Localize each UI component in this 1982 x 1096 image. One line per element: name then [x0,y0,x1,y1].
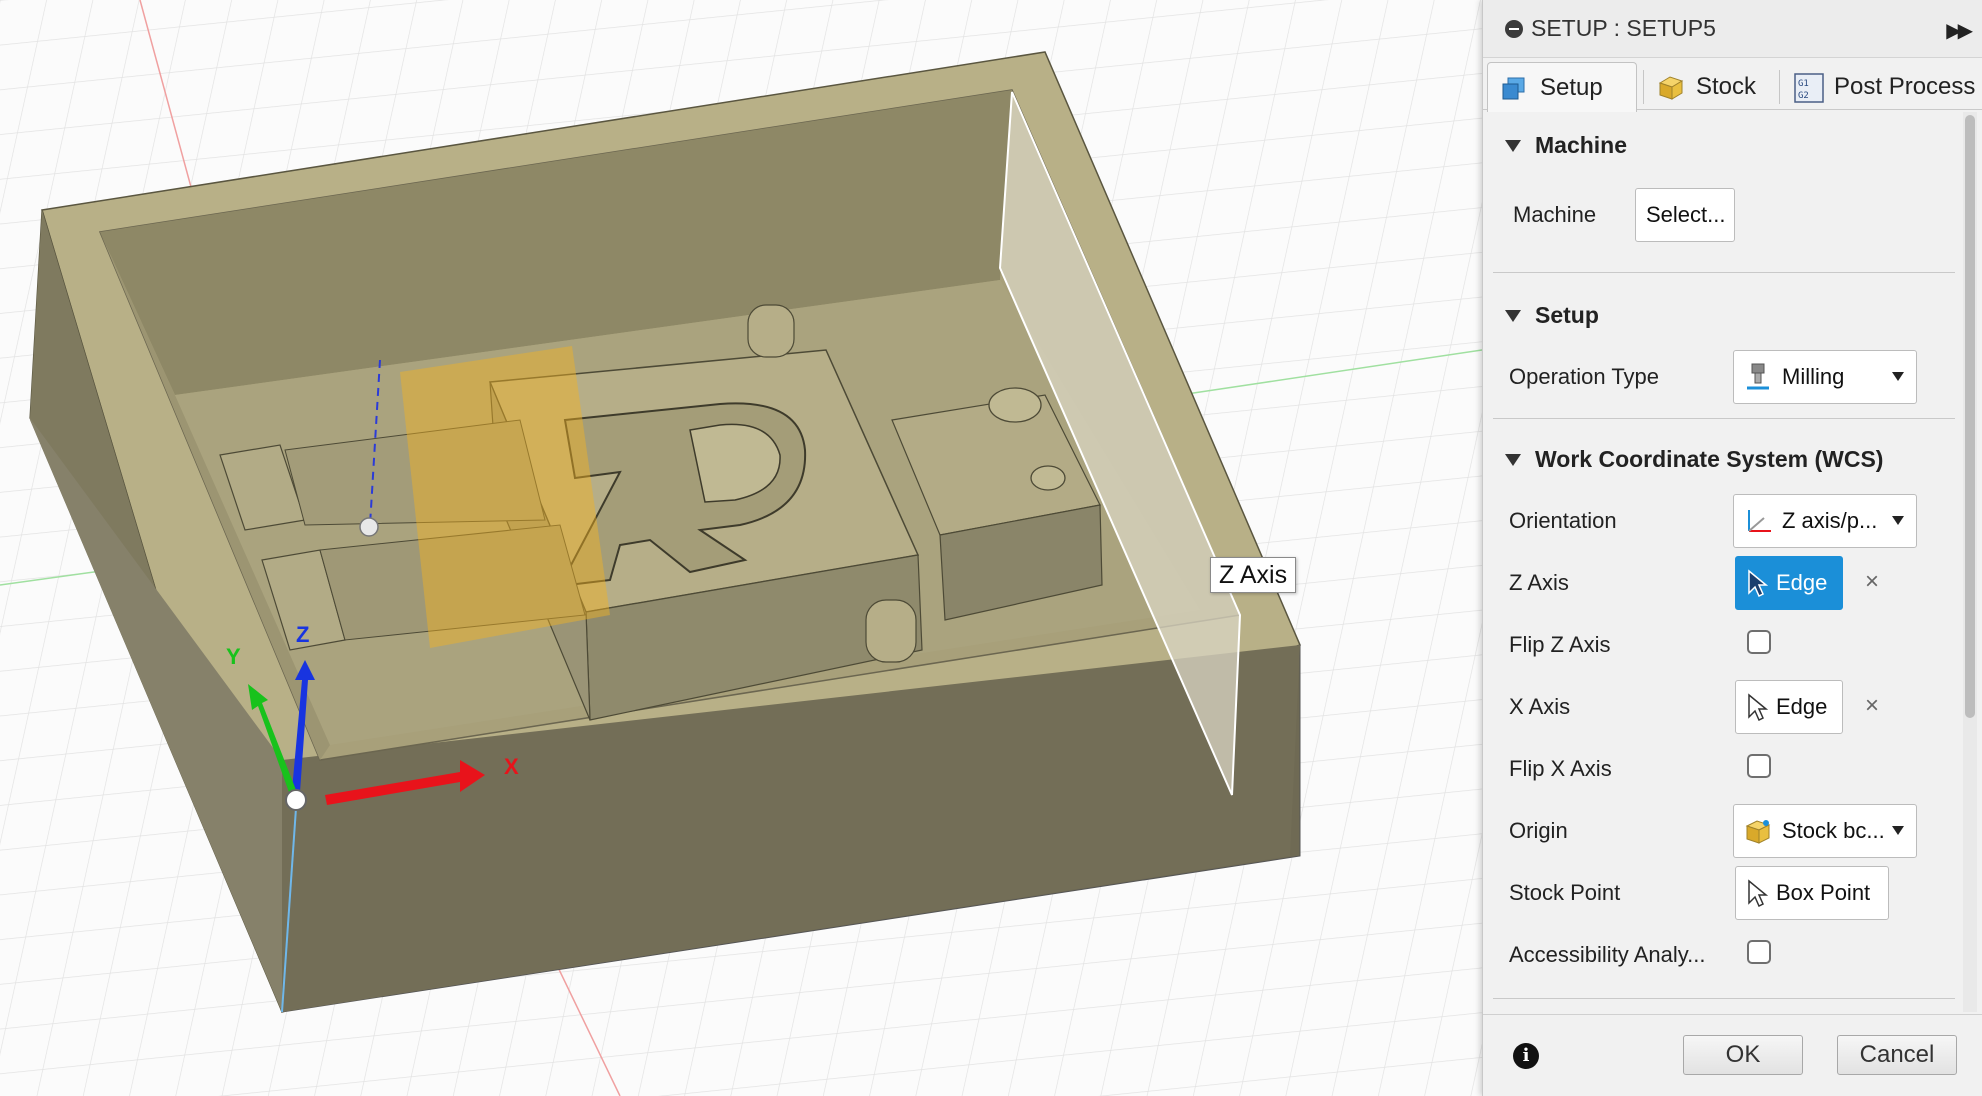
info-icon[interactable]: i [1513,1043,1539,1069]
z-axis-label: Z [296,622,309,647]
stock-point-label: Stock Point [1509,880,1621,905]
panel-scrollbar[interactable] [1965,115,1975,718]
collapse-triangle-icon [1505,309,1521,322]
ok-button[interactable]: OK [1683,1035,1803,1075]
chevron-down-icon [1892,826,1904,835]
origin-label: Origin [1509,818,1568,843]
flip-z-axis-checkbox[interactable] [1747,630,1771,654]
clear-z-axis-icon[interactable]: × [1865,568,1879,596]
cursor-arrow-icon [1748,693,1768,721]
clear-x-axis-icon[interactable]: × [1865,692,1879,720]
machine-label: Machine [1513,202,1597,227]
stock-box-icon [1744,816,1772,846]
collapse-dot-icon[interactable] [1505,19,1523,38]
flip-x-axis-checkbox[interactable] [1747,754,1771,778]
setup-cube-icon [1500,74,1528,102]
accessibility-analysis-checkbox[interactable] [1747,940,1771,964]
z-axis-label: Z Axis [1509,570,1569,595]
chevron-down-icon [1892,516,1904,525]
gcode-icon: G1 G2 [1794,72,1824,103]
panel-title: SETUP : SETUP5 [1531,15,1716,41]
svg-text:G1: G1 [1798,79,1809,89]
tab-stock[interactable]: Stock [1643,62,1777,110]
wcs-section-header[interactable]: Work Coordinate System (WCS) [1505,446,1883,473]
chevron-down-icon [1892,372,1904,381]
cursor-arrow-icon [1748,569,1768,597]
operation-type-label: Operation Type [1509,364,1660,389]
cursor-arrow-icon [1748,879,1768,907]
y-axis-label: Y [226,644,241,669]
axis-orientation-icon [1744,506,1772,536]
accessibility-analysis-label: Accessibility Analy... [1509,942,1706,967]
collapse-triangle-icon [1505,139,1521,152]
machine-section-header[interactable]: Machine [1505,132,1627,159]
tab-setup[interactable]: Setup [1487,62,1637,112]
setup-section-header[interactable]: Setup [1505,302,1599,329]
svg-text:G2: G2 [1798,91,1809,101]
operation-type-dropdown[interactable]: Milling [1733,350,1917,404]
origin-dropdown[interactable]: Stock bc... [1733,804,1917,858]
panel-tabs: Setup Stock G1 G2 Post Process [1483,58,1982,112]
machine-select-button[interactable]: Select... [1635,188,1735,242]
orientation-label: Orientation [1509,508,1617,533]
flip-z-axis-label: Flip Z Axis [1509,632,1611,657]
stock-box-icon [1656,73,1684,101]
viewport-canvas[interactable]: X Y Z [0,0,1482,1096]
stock-point-selector[interactable]: Box Point [1735,866,1889,920]
flip-x-axis-label: Flip X Axis [1509,756,1612,781]
milling-tool-icon [1744,362,1772,392]
z-axis-edge-selector[interactable]: Edge [1735,556,1843,610]
x-axis-label: X [504,754,519,779]
setup-panel: SETUP : SETUP5 ▶▶ Setup Stock G1 G2 Post … [1482,0,1982,1096]
collapse-triangle-icon [1505,453,1521,466]
tab-post-process[interactable]: G1 G2 Post Process [1781,62,1977,110]
x-axis-label: X Axis [1509,694,1571,719]
expand-arrows-icon[interactable]: ▶▶ [1946,18,1973,43]
panel-footer: i OK Cancel [1483,1014,1982,1096]
orientation-dropdown[interactable]: Z axis/p... [1733,494,1917,548]
x-axis-edge-selector[interactable]: Edge [1735,680,1843,734]
z-axis-tooltip: Z Axis [1210,557,1297,593]
panel-titlebar[interactable]: SETUP : SETUP5 ▶▶ [1483,0,1982,58]
cancel-button[interactable]: Cancel [1837,1035,1957,1075]
